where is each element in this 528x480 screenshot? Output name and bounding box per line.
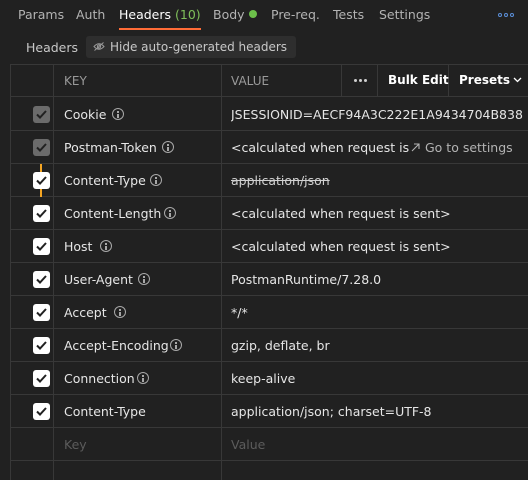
tab-tests-label: Tests [333, 7, 365, 22]
headers-count-badge: (10) [175, 7, 201, 22]
header-value: <calculated when request is sent> [231, 140, 411, 155]
presets-label: Presets [459, 73, 511, 87]
new-key-input[interactable]: Key [64, 437, 87, 452]
tab-params-label: Params [18, 7, 65, 22]
table-row: Content-Type application/json [11, 164, 528, 197]
presets-dropdown[interactable]: Presets [459, 73, 522, 87]
header-key: User-Agent [64, 272, 133, 287]
row-checkbox[interactable] [33, 139, 50, 156]
header-value: PostmanRuntime/7.28.0 [231, 272, 382, 287]
header-key: Content-Length [64, 206, 162, 221]
header-value: gzip, deflate, br [231, 338, 330, 353]
info-icon[interactable] [162, 141, 174, 153]
table-row: Postman-Token <calculated when request i… [11, 131, 528, 164]
table-row: Accept */* [11, 296, 528, 329]
table-row: Content-Type application/json; charset=U… [11, 395, 528, 428]
arrow-up-right-icon [411, 143, 420, 152]
header-key: Postman-Token [64, 140, 157, 155]
info-icon[interactable] [100, 240, 112, 252]
row-checkbox[interactable] [33, 370, 50, 387]
headers-table: KEY VALUE Bulk Edit Presets Cookie JSESS… [10, 64, 528, 480]
row-checkbox[interactable] [33, 304, 50, 321]
checkmark-icon [36, 341, 47, 350]
table-row: Cookie JSESSIONID=AECF94A3C222E1A9434704… [11, 98, 528, 131]
row-checkbox[interactable] [33, 271, 50, 288]
info-icon[interactable] [170, 339, 182, 351]
checkmark-icon [36, 110, 47, 119]
tab-auth-label: Auth [76, 7, 106, 22]
tab-headers[interactable]: Headers (10) [119, 0, 201, 30]
row-checkbox[interactable] [33, 337, 50, 354]
tab-params[interactable]: Params [18, 0, 64, 30]
table-row: Content-Length <calculated when request … [11, 197, 528, 230]
tab-tests[interactable]: Tests [333, 0, 364, 30]
header-value: keep-alive [231, 371, 296, 386]
table-row: Accept-Encoding gzip, deflate, br [11, 329, 528, 362]
tab-settings-label: Settings [379, 7, 431, 22]
row-checkbox[interactable] [33, 205, 50, 222]
hide-auto-generated-headers-button[interactable]: Hide auto-generated headers [86, 36, 297, 58]
new-value-input[interactable]: Value [231, 437, 523, 452]
go-to-settings-label: Go to settings [425, 140, 513, 155]
checkmark-icon [36, 176, 47, 185]
checkmark-icon [36, 209, 47, 218]
header-value: application/json; charset=UTF-8 [231, 404, 432, 419]
row-checkbox[interactable] [33, 238, 50, 255]
header-divider [377, 65, 378, 97]
row-checkbox[interactable] [33, 403, 50, 420]
tab-auth[interactable]: Auth [76, 0, 105, 30]
tab-settings[interactable]: Settings [379, 0, 430, 30]
table-row: Host <calculated when request is sent> [11, 230, 528, 263]
info-icon[interactable] [137, 372, 149, 384]
headers-section-title: Headers [26, 40, 79, 55]
info-icon[interactable] [164, 207, 176, 219]
go-to-settings-link[interactable]: Go to settings [411, 140, 513, 155]
header-value: */* [231, 305, 248, 320]
table-row: User-Agent PostmanRuntime/7.28.0 [11, 263, 528, 296]
checkmark-icon [36, 407, 47, 416]
info-icon[interactable] [114, 306, 126, 318]
header-value: application/json [231, 173, 330, 188]
request-tabs: Params Auth Headers (10) Body Pre-req. T… [0, 0, 528, 30]
eye-off-icon [93, 42, 105, 51]
header-value: <calculated when request is sent> [231, 239, 451, 254]
tab-headers-label: Headers [119, 7, 172, 22]
checkmark-icon [36, 308, 47, 317]
new-header-row: Key Value [11, 428, 528, 461]
info-icon[interactable] [112, 108, 124, 120]
checkmark-icon [36, 275, 47, 284]
chevron-down-icon [513, 77, 522, 83]
header-key: Accept-Encoding [64, 338, 169, 353]
header-key: Content-Type [64, 404, 146, 419]
header-value: <calculated when request is sent> [231, 206, 451, 221]
header-key: Connection [64, 371, 135, 386]
tab-pre-request[interactable]: Pre-req. [271, 0, 320, 30]
more-tabs-icon[interactable] [498, 8, 516, 22]
table-options-icon[interactable] [349, 73, 373, 89]
bulk-edit-button[interactable]: Bulk Edit [388, 73, 449, 87]
header-key: Accept [64, 305, 107, 320]
checkmark-icon [36, 143, 47, 152]
hide-button-label: Hide auto-generated headers [110, 40, 288, 54]
tab-body-label: Body [213, 7, 245, 22]
body-status-dot [248, 10, 257, 18]
table-header: KEY VALUE Bulk Edit Presets [11, 65, 528, 97]
row-checkbox[interactable] [33, 106, 50, 123]
header-divider [341, 65, 342, 97]
key-column-header: KEY [64, 74, 87, 88]
info-icon[interactable] [150, 174, 162, 186]
row-checkbox[interactable] [33, 172, 50, 189]
header-key: Host [64, 239, 93, 254]
checkmark-icon [36, 374, 47, 383]
tab-body[interactable]: Body [213, 0, 257, 30]
header-value: JSESSIONID=AECF94A3C222E1A9434704B83851.… [231, 107, 523, 122]
table-row: Connection keep-alive [11, 362, 528, 395]
header-key: Content-Type [64, 173, 146, 188]
header-key: Cookie [64, 107, 107, 122]
info-icon[interactable] [138, 273, 150, 285]
value-column-header: VALUE [231, 74, 270, 88]
checkmark-icon [36, 242, 47, 251]
tab-pre-request-label: Pre-req. [271, 7, 320, 22]
